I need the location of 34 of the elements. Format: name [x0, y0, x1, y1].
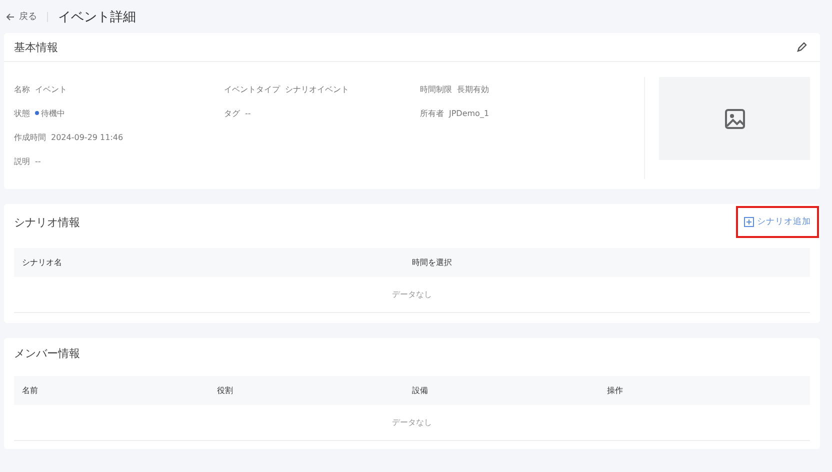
column-header: 操作	[607, 385, 624, 396]
field-label: タグ	[224, 108, 240, 118]
field-label: イベントタイプ	[224, 84, 280, 94]
field-value: JPDemo_1	[449, 108, 490, 118]
back-link[interactable]: 戻る	[6, 10, 37, 23]
field-label: 所有者	[420, 108, 444, 118]
plus-square-icon	[744, 217, 754, 227]
column-header: 時間を選択	[412, 257, 453, 268]
field-label: 説明	[14, 156, 30, 166]
image-icon	[724, 108, 746, 130]
section-title: メンバー情報	[14, 346, 80, 360]
field-label: 時間制限	[420, 84, 452, 94]
field-value: 2024-09-29 11:46	[51, 132, 124, 142]
edit-icon[interactable]	[796, 41, 808, 53]
section-title: 基本情報	[14, 40, 58, 54]
empty-message: データなし	[392, 289, 432, 300]
field-value: シナリオイベント	[285, 84, 349, 94]
field-value: --	[35, 156, 41, 166]
back-arrow-icon	[6, 12, 15, 20]
field-value: 待機中	[41, 108, 65, 118]
field-value: 長期有効	[457, 84, 489, 94]
page-title: イベント詳細	[58, 8, 136, 26]
field-label: 名称	[14, 84, 30, 94]
column-header: シナリオ名	[22, 257, 63, 268]
column-header: 設備	[412, 385, 429, 396]
add-scenario-button[interactable]: シナリオ追加	[736, 206, 819, 238]
field-label: 作成時間	[14, 132, 46, 142]
column-header: 役割	[217, 385, 234, 396]
field-value: --	[245, 108, 251, 118]
field-label: 状態	[14, 108, 30, 118]
section-title: シナリオ情報	[14, 214, 80, 230]
empty-message: データなし	[392, 417, 432, 428]
column-header: 名前	[22, 385, 39, 396]
field-value: イベント	[35, 84, 67, 94]
